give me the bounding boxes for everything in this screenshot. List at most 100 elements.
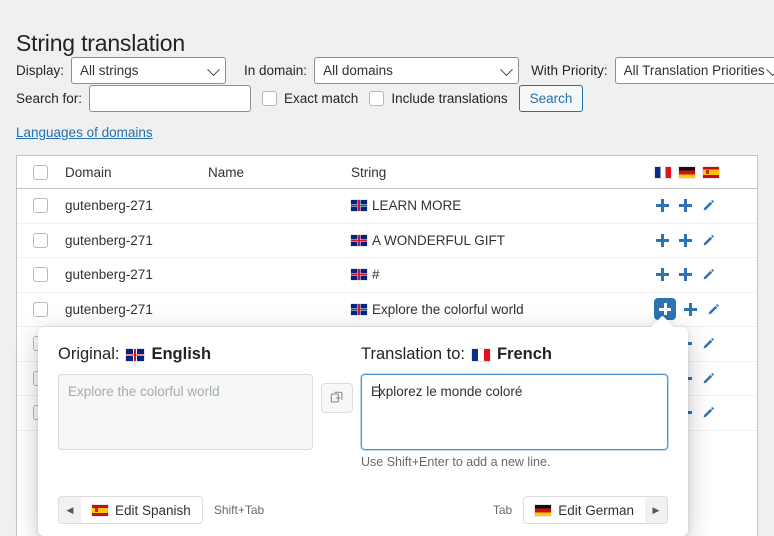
add-german-translation-icon[interactable] — [678, 198, 693, 213]
next-language-group: Tab Edit German ▶ — [482, 496, 668, 524]
english-flag-icon — [351, 235, 367, 246]
row-select-cell — [17, 198, 65, 213]
search-button[interactable]: Search — [519, 85, 584, 112]
row-checkbox[interactable] — [33, 233, 48, 248]
table-header-row: Domain Name String — [17, 156, 757, 189]
english-flag-icon — [351, 200, 367, 211]
edit-spanish-translation-icon[interactable] — [706, 302, 721, 317]
edit-german-label-cell: Edit German — [524, 503, 645, 518]
row-checkbox[interactable] — [33, 267, 48, 282]
chevron-left-icon: ◀ — [59, 497, 81, 523]
add-german-translation-icon[interactable] — [683, 302, 698, 317]
column-header-domain[interactable]: Domain — [65, 165, 208, 180]
search-input[interactable] — [89, 85, 251, 112]
domain-select-value: All domains — [323, 63, 393, 78]
filter-row-primary: Display: All strings In domain: All doma… — [16, 57, 774, 84]
page-title: String translation — [16, 29, 185, 59]
french-flag-icon — [655, 167, 671, 178]
edit-spanish-translation-icon[interactable] — [701, 336, 716, 351]
exact-match-label: Exact match — [284, 91, 358, 106]
row-string-cell: Explore the colorful world — [351, 302, 655, 317]
row-actions — [655, 267, 743, 282]
row-checkbox[interactable] — [33, 302, 48, 317]
add-german-translation-icon[interactable] — [678, 233, 693, 248]
table-row[interactable]: gutenberg-271 # — [17, 258, 757, 293]
exact-match-group: Exact match — [262, 91, 358, 106]
edit-spanish-label: Edit Spanish — [115, 503, 191, 518]
column-header-name[interactable]: Name — [208, 165, 351, 180]
search-label: Search for: — [16, 91, 82, 106]
row-string: A WONDERFUL GIFT — [372, 233, 505, 248]
copy-original-button[interactable] — [321, 383, 353, 413]
row-checkbox[interactable] — [33, 198, 48, 213]
filter-row-search: Search for: Exact match Include translat… — [16, 85, 583, 112]
german-flag-icon — [535, 505, 551, 516]
row-string-cell: LEARN MORE — [351, 198, 655, 213]
translation-language: French — [497, 345, 552, 364]
edit-spanish-translation-icon[interactable] — [701, 198, 716, 213]
domain-select[interactable]: All domains — [314, 57, 519, 84]
table-row[interactable]: gutenberg-271 A WONDERFUL GIFT — [17, 224, 757, 259]
translation-label: Translation to: — [361, 345, 465, 364]
include-translations-checkbox[interactable] — [369, 91, 384, 106]
popup-content: Original: English — [38, 327, 688, 536]
row-actions — [655, 198, 743, 213]
edit-spanish-translation-icon[interactable] — [701, 233, 716, 248]
row-string-cell: # — [351, 267, 655, 282]
original-language: English — [151, 345, 211, 364]
edit-german-button[interactable]: Edit German ▶ — [523, 496, 668, 524]
edit-spanish-translation-icon[interactable] — [701, 371, 716, 386]
table-row-active[interactable]: gutenberg-271 Explore the colorful world — [17, 293, 757, 328]
column-header-string[interactable]: String — [351, 165, 655, 180]
add-french-translation-icon[interactable] — [655, 198, 670, 213]
table-row[interactable]: gutenberg-271 LEARN MORE — [17, 189, 757, 224]
display-label: Display: — [16, 63, 64, 78]
chevron-down-icon — [207, 63, 220, 76]
row-select-cell — [17, 267, 65, 282]
original-title: Original: English — [58, 345, 313, 364]
select-all-cell — [17, 165, 65, 180]
select-all-checkbox[interactable] — [33, 165, 48, 180]
priority-select[interactable]: All Translation Priorities — [615, 57, 774, 84]
german-flag-icon — [679, 167, 695, 178]
english-flag-icon — [351, 269, 367, 280]
row-domain: gutenberg-271 — [65, 198, 208, 213]
translation-value-after-caret: xplorez le monde coloré — [379, 384, 522, 399]
edit-spanish-label-cell: Edit Spanish — [81, 503, 202, 518]
add-german-translation-icon[interactable] — [678, 267, 693, 282]
add-french-translation-icon[interactable] — [655, 267, 670, 282]
row-actions — [655, 233, 743, 248]
edit-spanish-translation-icon[interactable] — [701, 405, 716, 420]
languages-of-domains-link[interactable]: Languages of domains — [16, 125, 153, 140]
prev-shortcut-hint: Shift+Tab — [214, 503, 264, 517]
previous-language-group: ◀ Edit Spanish Shift+Tab — [58, 496, 275, 524]
english-flag-icon — [126, 349, 144, 361]
original-textarea[interactable] — [58, 374, 313, 450]
display-select[interactable]: All strings — [71, 57, 226, 84]
row-select-cell — [17, 233, 65, 248]
chevron-down-icon — [766, 63, 774, 76]
original-label: Original: — [58, 345, 119, 364]
spanish-flag-icon — [92, 505, 108, 516]
include-translations-label: Include translations — [391, 91, 507, 106]
next-shortcut-hint: Tab — [493, 503, 512, 517]
edit-spanish-translation-icon[interactable] — [701, 267, 716, 282]
include-translations-group: Include translations — [369, 91, 507, 106]
row-domain: gutenberg-271 — [65, 233, 208, 248]
spanish-flag-icon — [703, 167, 719, 178]
row-domain: gutenberg-271 — [65, 267, 208, 282]
edit-spanish-button[interactable]: ◀ Edit Spanish — [58, 496, 203, 524]
original-panel: Original: English — [58, 345, 313, 469]
shift-enter-hint: Use Shift+Enter to add a new line. — [361, 455, 668, 469]
exact-match-checkbox[interactable] — [262, 91, 277, 106]
display-select-value: All strings — [80, 63, 139, 78]
add-french-translation-icon-active[interactable] — [655, 299, 675, 319]
row-string: # — [372, 267, 380, 282]
edit-german-label: Edit German — [558, 503, 634, 518]
french-flag-icon — [472, 349, 490, 361]
priority-label: With Priority: — [531, 63, 608, 78]
translation-panel: Translation to: French Explorez le monde… — [361, 345, 668, 469]
translation-textarea[interactable]: Explorez le monde coloré — [361, 374, 668, 450]
priority-select-value: All Translation Priorities — [624, 63, 765, 78]
add-french-translation-icon[interactable] — [655, 233, 670, 248]
